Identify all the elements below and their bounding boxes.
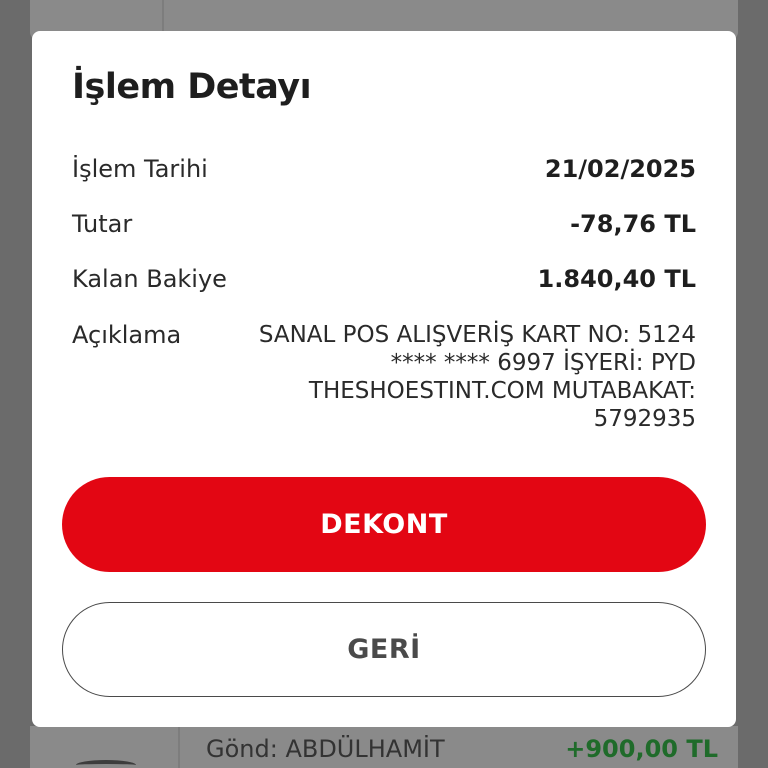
- modal-title: İşlem Detayı: [72, 67, 312, 107]
- background-sender-text: Gönd: ABDÜLHAMİT: [206, 735, 445, 763]
- amount-label: Tutar: [72, 210, 133, 238]
- receipt-button[interactable]: DEKONT: [62, 477, 706, 572]
- balance-label: Kalan Bakiye: [72, 265, 227, 293]
- back-button[interactable]: GERİ: [62, 602, 706, 697]
- description-value: SANAL POS ALIŞVERİŞ KART NO: 5124 **** *…: [258, 322, 696, 432]
- balance-value: 1.840,40 TL: [537, 265, 696, 293]
- background-amount-text: +900,00 TL: [565, 735, 718, 763]
- transaction-detail-modal: İşlem Detayı İşlem Tarihi 21/02/2025 Tut…: [32, 31, 736, 727]
- background-divider: [178, 726, 180, 768]
- date-label: İşlem Tarihi: [72, 155, 208, 183]
- date-value: 21/02/2025: [544, 155, 696, 183]
- amount-value: -78,76 TL: [570, 210, 696, 238]
- description-label: Açıklama: [72, 321, 182, 349]
- transfer-icon: [76, 760, 136, 768]
